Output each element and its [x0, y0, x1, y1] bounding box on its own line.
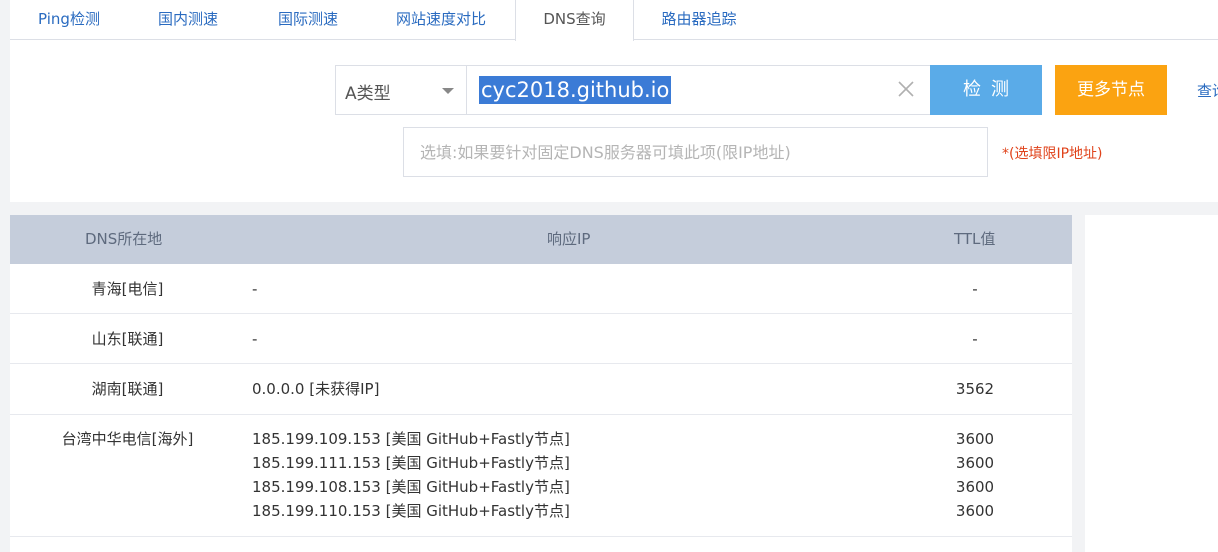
tab-site-compare[interactable]: 网站速度对比: [368, 0, 514, 40]
row-location: 山东[联通]: [91, 330, 164, 348]
row-ttl: 3562: [955, 380, 995, 398]
table-row: 山东[联通] - -: [10, 314, 1072, 364]
query-panel: Ping检测 国内测速 国际测速 网站速度对比 DNS查询 路由器追踪 A类型 …: [10, 0, 1218, 202]
caret-down-icon: [442, 88, 454, 94]
record-type-value: A类型: [345, 84, 391, 104]
domain-input-value: cyc2018.github.io: [479, 76, 672, 104]
ttl-entry: 3600: [955, 430, 995, 448]
check-button[interactable]: 检测: [930, 65, 1042, 115]
dns-server-input[interactable]: [403, 127, 988, 177]
table-header: DNS所在地 响应IP TTL值: [10, 215, 1072, 264]
ttl-entry: 3600: [955, 454, 995, 472]
table-row: 湖南[联通] 0.0.0.0 [未获得IP] 3562: [10, 364, 1072, 415]
tab-international-speed[interactable]: 国际测速: [248, 0, 368, 40]
ip-entry: 185.199.109.153 [美国 GitHub+Fastly节点]: [252, 430, 570, 448]
dns-server-note: *(选填限IP地址): [1002, 146, 1103, 162]
header-location: DNS所在地: [85, 230, 163, 248]
header-ttl: TTL值: [954, 230, 996, 248]
tab-traceroute[interactable]: 路由器追踪: [634, 0, 764, 40]
row-location: 台湾中华电信[海外]: [61, 430, 194, 448]
tab-bar: Ping检测 国内测速 国际测速 网站速度对比 DNS查询 路由器追踪: [10, 0, 1218, 41]
header-ip: 响应IP: [547, 230, 591, 248]
close-icon[interactable]: [895, 78, 917, 100]
domain-input[interactable]: cyc2018.github.io: [466, 65, 931, 115]
ttl-entry: 3600: [955, 502, 995, 520]
side-panel: [1085, 215, 1218, 552]
more-nodes-button[interactable]: 更多节点: [1055, 65, 1167, 115]
row-ip: -: [252, 280, 258, 298]
row-location: 青海[电信]: [91, 280, 164, 298]
row-ip: 0.0.0.0 [未获得IP]: [252, 380, 380, 398]
tab-domestic-speed[interactable]: 国内测速: [128, 0, 248, 40]
ip-entry: 185.199.110.153 [美国 GitHub+Fastly节点]: [252, 502, 570, 520]
row-ttl-list: 3600 3600 3600 3600: [930, 427, 1020, 523]
row-ttl: -: [972, 330, 978, 348]
table-row: 台湾中华电信[海外] 185.199.109.153 [美国 GitHub+Fa…: [10, 415, 1072, 537]
ip-entry: 185.199.108.153 [美国 GitHub+Fastly节点]: [252, 478, 570, 496]
query-link[interactable]: 查询: [1197, 80, 1218, 101]
ip-entry: 185.199.111.153 [美国 GitHub+Fastly节点]: [252, 454, 570, 472]
tab-ping[interactable]: Ping检测: [10, 0, 128, 40]
ttl-entry: 3600: [955, 478, 995, 496]
record-type-select[interactable]: A类型: [335, 65, 467, 115]
tab-dns-query[interactable]: DNS查询: [515, 0, 634, 41]
row-ip-list: 185.199.109.153 [美国 GitHub+Fastly节点] 185…: [252, 427, 852, 523]
row-ip: -: [252, 330, 258, 348]
table-row: 青海[电信] - -: [10, 264, 1072, 314]
dns-results-table: DNS所在地 响应IP TTL值 青海[电信] - - 山东[联通] - - 湖…: [10, 215, 1072, 552]
row-ttl: -: [972, 280, 978, 298]
row-location: 湖南[联通]: [91, 380, 164, 398]
